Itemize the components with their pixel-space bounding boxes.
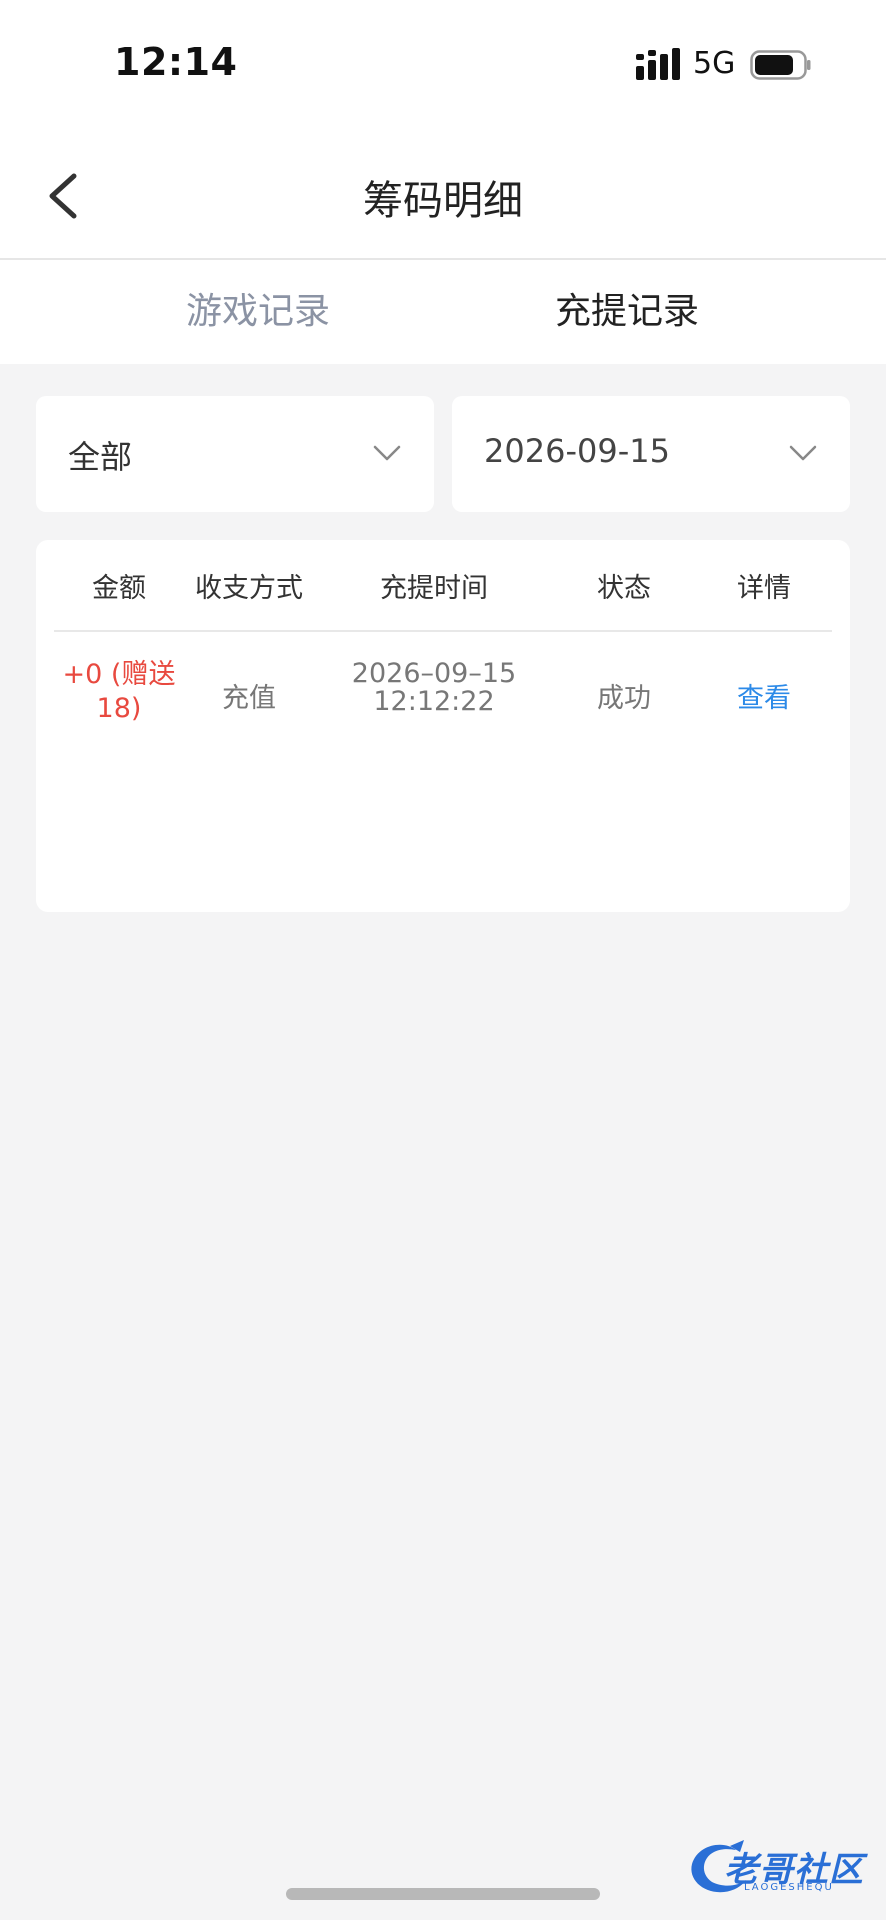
- column-header-amount: 金额: [92, 573, 146, 604]
- row-method: 充值: [222, 683, 276, 714]
- column-header-time: 充提时间: [380, 573, 488, 604]
- page-title: 筹码明细: [363, 178, 523, 224]
- record-tabs: 游戏记录 充提记录: [0, 260, 886, 364]
- row-amount-line1: +0 (赠送: [62, 659, 176, 690]
- app-screen: 12:14 5G 筹码明细 游戏记录 充提记录 全部 2026-09-15 金额…: [0, 0, 886, 1920]
- date-filter-dropdown[interactable]: 2026-09-15: [452, 396, 850, 512]
- date-filter-value: 2026-09-15: [484, 432, 670, 470]
- row-amount: +0 (赠送 18): [54, 658, 184, 726]
- row-status: 成功: [597, 683, 651, 714]
- row-date: 2026–09–15: [351, 658, 517, 689]
- status-time: 12:14: [114, 40, 238, 84]
- watermark-subtext: LAOGESHEQU: [744, 1882, 834, 1893]
- view-detail-link[interactable]: 查看: [694, 676, 834, 715]
- table-row: +0 (赠送 18) 充值 2026–09–15 12:12:22 成功 查看: [54, 632, 832, 762]
- status-bar: 12:14 5G: [0, 0, 886, 130]
- watermark-logo: 老哥社区 LAOGESHEQU: [684, 1836, 880, 1902]
- row-time: 12:12:22: [373, 686, 495, 717]
- tab-recharge-records[interactable]: 充提记录: [555, 282, 699, 334]
- home-indicator[interactable]: [286, 1888, 600, 1900]
- type-filter-value: 全部: [68, 438, 133, 476]
- chevron-down-icon: [789, 445, 817, 461]
- cellular-signal-icon: [636, 48, 680, 80]
- row-datetime: 2026–09–15 12:12:22: [314, 660, 554, 716]
- records-table: 金额 收支方式 充提时间 状态 详情 +0 (赠送 18) 充值 2026–09…: [36, 540, 850, 912]
- row-amount-line2: 18): [96, 693, 142, 724]
- chevron-down-icon: [373, 445, 401, 461]
- type-filter-dropdown[interactable]: 全部: [36, 396, 434, 512]
- column-header-status: 状态: [597, 573, 651, 604]
- column-header-method: 收支方式: [195, 573, 303, 604]
- tab-game-records[interactable]: 游戏记录: [186, 282, 330, 334]
- network-type: 5G: [693, 46, 736, 81]
- column-header-detail: 详情: [737, 573, 791, 604]
- battery-icon: [750, 50, 811, 80]
- table-header: 金额 收支方式 充提时间 状态 详情: [54, 540, 832, 632]
- nav-header: 筹码明细: [0, 130, 886, 260]
